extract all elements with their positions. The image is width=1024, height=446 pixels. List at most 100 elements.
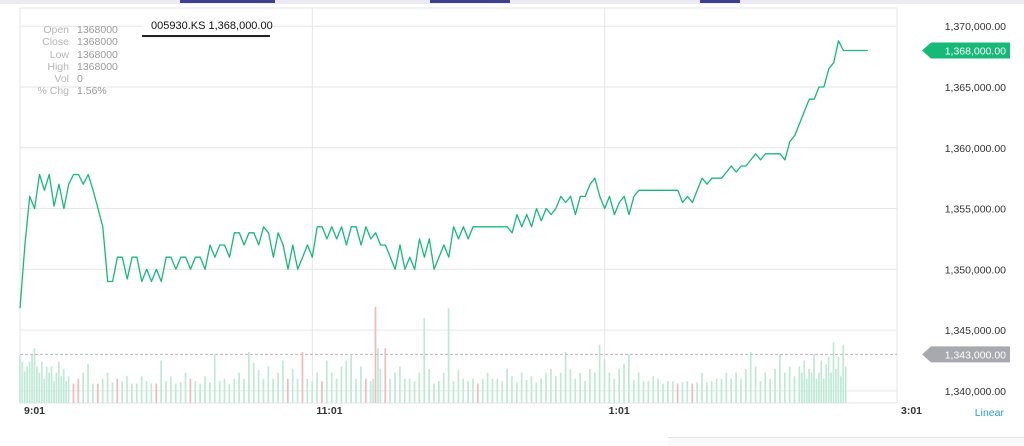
volume-bar: [457, 370, 460, 403]
volume-bar: [476, 383, 479, 403]
volume-label: Vol: [54, 73, 69, 86]
volume-bar: [842, 344, 845, 403]
volume-bar: [438, 381, 440, 403]
volume-bar: [754, 366, 757, 403]
volume-bar: [511, 376, 513, 403]
volume-bar: [43, 378, 46, 403]
volume-bar: [31, 354, 33, 403]
volume-bar: [720, 378, 723, 403]
volume-bar: [589, 368, 591, 403]
volume-bar: [321, 381, 323, 403]
volume-bar: [267, 366, 270, 403]
volume-bar: [45, 366, 48, 403]
volume-bar: [364, 378, 367, 403]
volume-bar: [618, 368, 620, 403]
volume-bar: [360, 366, 362, 403]
volume-bar: [593, 372, 596, 403]
volume-value: 0: [77, 73, 83, 86]
volume-bar: [579, 372, 582, 403]
y-tick-label: 1,370,000.00: [945, 21, 1006, 33]
y-tick-label: 1,355,000.00: [945, 204, 1006, 216]
volume-bar: [213, 354, 216, 403]
volume-bar: [218, 381, 221, 403]
scale-mode-toggle[interactable]: Linear: [975, 407, 1005, 419]
volume-bar: [830, 372, 832, 403]
volume-bar: [223, 378, 226, 403]
volume-bar: [369, 381, 372, 403]
y-tick-label: 1,340,000.00: [945, 386, 1006, 398]
volume-bar: [442, 372, 445, 403]
volume-bar: [19, 355, 21, 403]
volume-bar: [126, 376, 128, 403]
volume-bar: [818, 372, 820, 403]
x-tick-label: 9:01: [24, 405, 45, 417]
volume-bar: [272, 378, 275, 403]
volume-bar: [632, 379, 635, 403]
volume-bar: [252, 362, 255, 403]
volume-bar: [238, 372, 240, 403]
volume-bar: [598, 344, 601, 403]
pct-change-label: % Chg: [37, 85, 69, 98]
volume-bar: [150, 383, 153, 403]
volume-bar: [452, 381, 455, 403]
volume-bar: [57, 361, 60, 403]
volume-bar: [749, 351, 752, 403]
volume-bar: [515, 382, 518, 403]
volume-bar: [725, 372, 728, 403]
volume-bar: [825, 364, 828, 403]
volume-bar: [179, 382, 182, 403]
y-tick-label: 1,345,000.00: [945, 325, 1006, 337]
volume-bar: [145, 381, 148, 403]
volume-bar: [379, 368, 382, 403]
volume-bar: [657, 378, 659, 403]
price-chart[interactable]: 1,340,000.00 1,345,000.00 1,350,000.00 1,35…: [0, 0, 1024, 445]
volume-bar: [779, 354, 781, 403]
volume-bar: [377, 348, 379, 403]
volume-bar: [306, 378, 309, 403]
volume-bar: [50, 366, 53, 403]
volume-bar: [832, 342, 835, 403]
volume-bar: [491, 378, 494, 403]
volume-bar: [101, 378, 104, 403]
volume-bar: [350, 354, 353, 403]
volume-bar: [813, 354, 815, 403]
pct-change-value: 1.56%: [77, 85, 107, 98]
volume-bar: [835, 368, 837, 403]
volume-bar: [540, 378, 543, 403]
volume-bar: [647, 381, 650, 403]
volume-bar: [701, 372, 703, 403]
volume-bar: [681, 382, 684, 403]
volume-bar: [710, 381, 713, 403]
volume-bar: [740, 378, 742, 403]
volume-bar: [667, 381, 669, 403]
volume-bar: [447, 308, 450, 403]
volume-bar: [428, 368, 430, 403]
volume-bar: [496, 378, 499, 403]
volume-bar: [184, 372, 187, 403]
volume-bar: [48, 372, 50, 403]
plot-frame: [19, 7, 898, 404]
volume-bar: [642, 381, 645, 403]
volume-bar: [613, 378, 616, 403]
volume-bar: [106, 372, 109, 403]
price-line[interactable]: [19, 40, 868, 309]
volume-bar: [569, 368, 572, 403]
open-value: 1368000: [77, 24, 118, 36]
y-tick-label: 1,365,000.00: [945, 82, 1006, 94]
volume-bar: [228, 383, 231, 403]
volume-bar: [793, 376, 796, 403]
volume-bar: [355, 378, 357, 403]
close-label: Close: [42, 36, 69, 49]
volume-bar: [199, 383, 201, 403]
volume-bar: [165, 381, 167, 403]
volume-bar: [403, 378, 406, 403]
volume-bar: [204, 376, 206, 403]
volume-bar: [462, 378, 465, 403]
volume-bar: [418, 372, 421, 403]
volume-bar: [481, 378, 484, 403]
volume-bar: [506, 368, 508, 403]
close-value: 1368000: [77, 36, 118, 49]
volume-bar: [535, 382, 538, 403]
volume-bar: [705, 382, 708, 403]
volume-bar: [803, 360, 806, 403]
